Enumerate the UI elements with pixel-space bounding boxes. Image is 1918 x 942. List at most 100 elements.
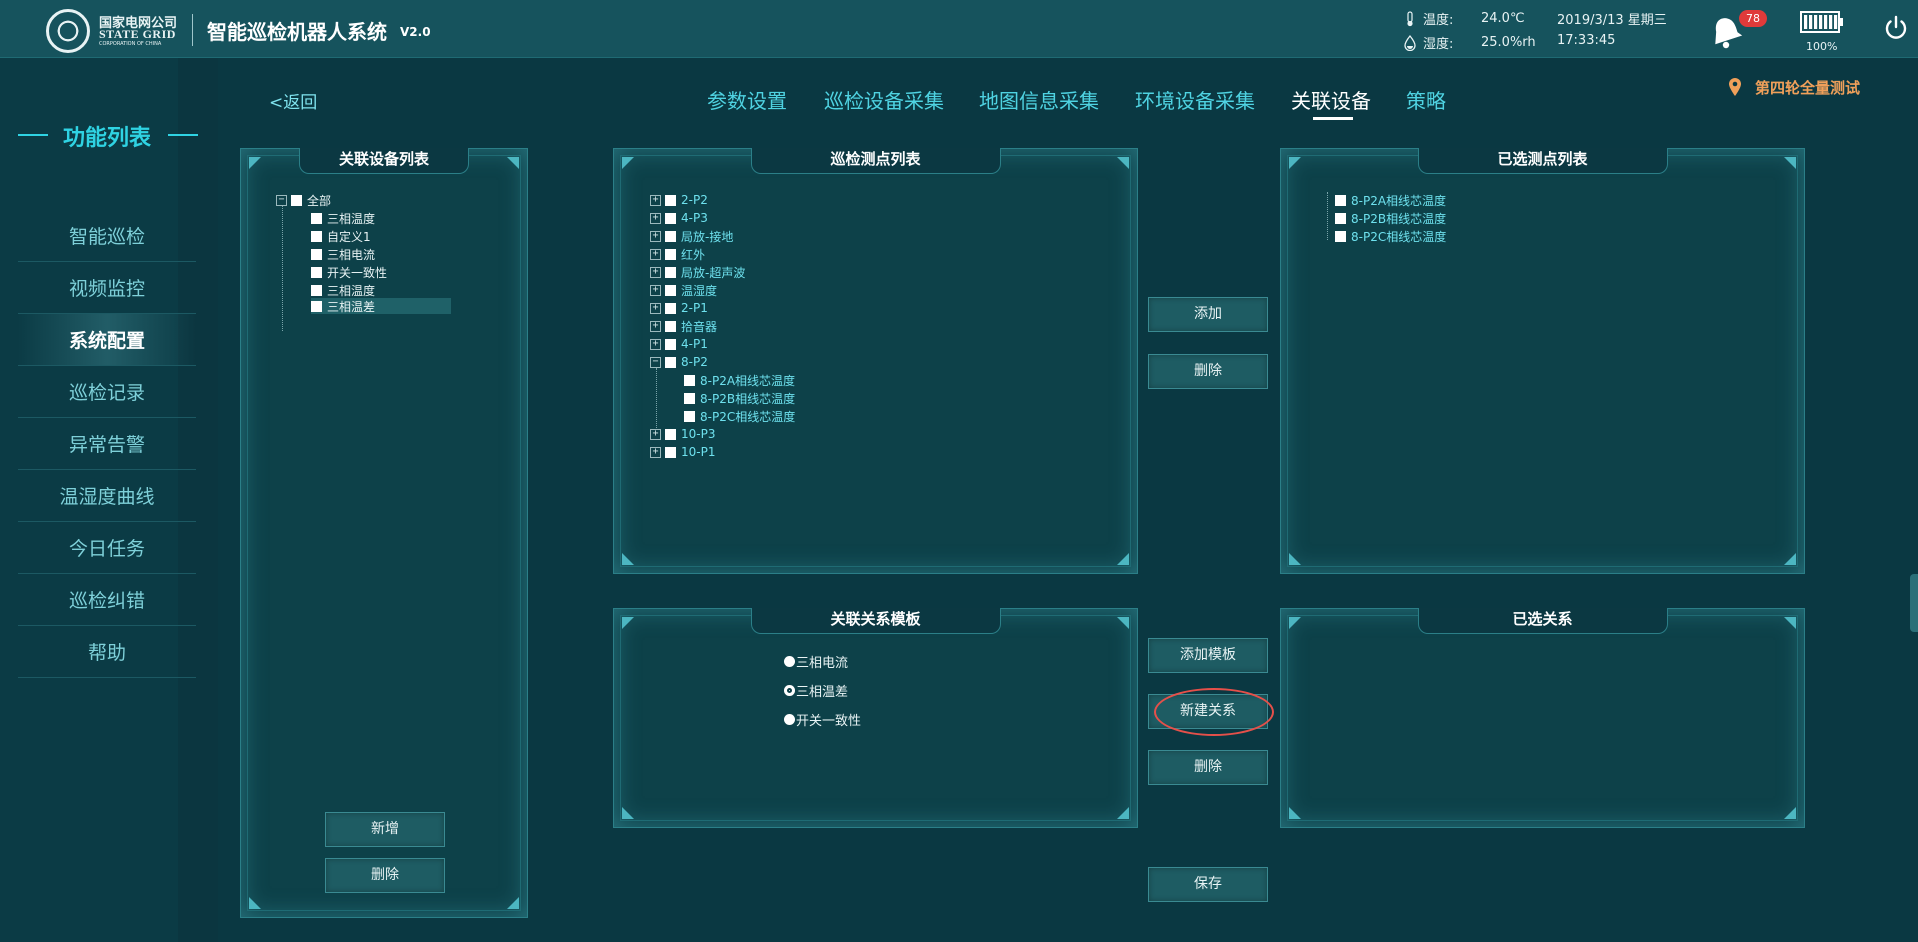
template-option[interactable]: 三相电流 [784, 652, 848, 671]
checkbox[interactable] [311, 212, 322, 224]
checkbox[interactable] [665, 230, 676, 242]
tree-node[interactable]: + 红外 [650, 246, 705, 262]
save-button[interactable]: 保存 [1148, 867, 1268, 902]
checkbox[interactable] [684, 410, 695, 422]
battery-cell [1834, 15, 1838, 29]
power-icon[interactable] [1882, 14, 1910, 42]
tree-item-selected[interactable]: 三相温差 [311, 298, 451, 314]
back-link[interactable]: <返回 [269, 88, 317, 113]
sidebar-item-video-monitor[interactable]: 视频监控 [18, 262, 196, 314]
side-scroll-handle[interactable] [1910, 574, 1918, 632]
selected-point-item[interactable]: 8-P2C相线芯温度 [1335, 228, 1446, 244]
sidebar-item-smart-inspection[interactable]: 智能巡检 [18, 210, 196, 262]
tree-node[interactable]: + 局放-接地 [650, 228, 733, 244]
template-option[interactable]: 开关一致性 [784, 710, 861, 729]
expand-toggle-icon[interactable]: + [650, 212, 661, 224]
selected-point-item[interactable]: 8-P2A相线芯温度 [1335, 192, 1446, 208]
checkbox[interactable] [684, 374, 695, 386]
expand-toggle-icon[interactable]: + [650, 194, 661, 206]
tree-root[interactable]: − 全部 [276, 192, 331, 208]
tree-node[interactable]: + 局放-超声波 [650, 264, 745, 280]
tree-item[interactable]: 三相温度 [311, 282, 375, 298]
checkbox[interactable] [311, 230, 322, 242]
sidebar-item-humidity-curve[interactable]: 温湿度曲线 [18, 470, 196, 522]
checkbox[interactable] [665, 338, 676, 350]
tab-params[interactable]: 参数设置 [707, 85, 787, 114]
expand-toggle-icon[interactable]: + [650, 446, 661, 458]
checkbox[interactable] [291, 194, 302, 206]
checkbox[interactable] [665, 266, 676, 278]
checkbox[interactable] [311, 300, 322, 312]
tree-item[interactable]: 开关一致性 [311, 264, 387, 280]
tree-node[interactable]: +10-P1 [650, 444, 715, 460]
checkbox[interactable] [665, 320, 676, 332]
tree-child[interactable]: 8-P2A相线芯温度 [684, 372, 795, 388]
tree-node[interactable]: + 温湿度 [650, 282, 717, 298]
template-option-label: 三相电流 [796, 656, 849, 671]
remove-points-button[interactable]: 删除 [1148, 354, 1268, 389]
tree-item[interactable]: 三相温度 [311, 210, 375, 226]
project-name[interactable]: 第四轮全量测试 [1755, 77, 1860, 98]
sidebar-item-today-tasks[interactable]: 今日任务 [18, 522, 196, 574]
checkbox[interactable] [311, 266, 322, 278]
checkbox[interactable] [311, 248, 322, 260]
radio-button[interactable] [784, 714, 795, 725]
checkbox[interactable] [665, 356, 676, 368]
tree-item[interactable]: 自定义1 [311, 228, 371, 244]
sidebar-item-label: 今日任务 [68, 538, 145, 560]
checkbox[interactable] [665, 446, 676, 458]
add-template-button[interactable]: 添加模板 [1148, 638, 1268, 673]
expand-toggle-icon[interactable]: + [650, 338, 661, 350]
selected-point-item[interactable]: 8-P2B相线芯温度 [1335, 210, 1446, 226]
tree-node-expanded[interactable]: − 8-P2 [650, 354, 708, 370]
tree-item[interactable]: 三相电流 [311, 246, 375, 262]
tab-linked-device[interactable]: 关联设备 [1291, 85, 1371, 114]
current-time: 17:33:45 [1557, 33, 1616, 48]
template-option[interactable]: 三相温差 [784, 681, 848, 700]
sidebar-item-help[interactable]: 帮助 [18, 626, 196, 678]
add-device-button[interactable]: 新增 [325, 812, 445, 847]
expand-toggle-icon[interactable]: + [650, 428, 661, 440]
delete-relation-button[interactable]: 删除 [1148, 750, 1268, 785]
checkbox[interactable] [665, 194, 676, 206]
collapse-toggle-icon[interactable]: − [650, 356, 661, 368]
sidebar-item-system-config[interactable]: 系统配置 [18, 314, 196, 366]
tab-strategy[interactable]: 策略 [1406, 85, 1446, 114]
radio-button-checked[interactable] [784, 685, 795, 696]
tree-child[interactable]: 8-P2C相线芯温度 [684, 408, 795, 424]
add-points-button[interactable]: 添加 [1148, 297, 1268, 332]
checkbox[interactable] [1335, 212, 1346, 224]
tab-map-info[interactable]: 地图信息采集 [979, 85, 1099, 114]
tree-node[interactable]: +2-P1 [650, 300, 708, 316]
checkbox[interactable] [1335, 194, 1346, 206]
expand-toggle-icon[interactable]: + [650, 284, 661, 296]
expand-toggle-icon[interactable]: + [650, 230, 661, 242]
checkbox[interactable] [1335, 230, 1346, 242]
checkbox[interactable] [684, 392, 695, 404]
collapse-toggle-icon[interactable]: − [276, 194, 287, 206]
checkbox[interactable] [665, 248, 676, 260]
tree-node[interactable]: +4-P1 [650, 336, 708, 352]
checkbox[interactable] [665, 428, 676, 440]
tab-inspection-device[interactable]: 巡检设备采集 [824, 85, 944, 114]
expand-toggle-icon[interactable]: + [650, 248, 661, 260]
tree-label: 局放-超声波 [681, 265, 746, 280]
checkbox[interactable] [665, 212, 676, 224]
delete-device-button[interactable]: 删除 [325, 858, 445, 893]
sidebar-item-alarms[interactable]: 异常告警 [18, 418, 196, 470]
expand-toggle-icon[interactable]: + [650, 320, 661, 332]
expand-toggle-icon[interactable]: + [650, 266, 661, 278]
checkbox[interactable] [665, 302, 676, 314]
tree-node[interactable]: +2-P2 [650, 192, 708, 208]
tree-node[interactable]: + 拾音器 [650, 318, 717, 334]
tree-child[interactable]: 8-P2B相线芯温度 [684, 390, 795, 406]
expand-toggle-icon[interactable]: + [650, 302, 661, 314]
sidebar-item-inspection-correction[interactable]: 巡检纠错 [18, 574, 196, 626]
checkbox[interactable] [311, 284, 322, 296]
tree-node[interactable]: +10-P3 [650, 426, 715, 442]
tree-node[interactable]: +4-P3 [650, 210, 708, 226]
tab-env-device[interactable]: 环境设备采集 [1135, 85, 1255, 114]
sidebar-item-inspection-records[interactable]: 巡检记录 [18, 366, 196, 418]
checkbox[interactable] [665, 284, 676, 296]
radio-button[interactable] [784, 656, 795, 667]
